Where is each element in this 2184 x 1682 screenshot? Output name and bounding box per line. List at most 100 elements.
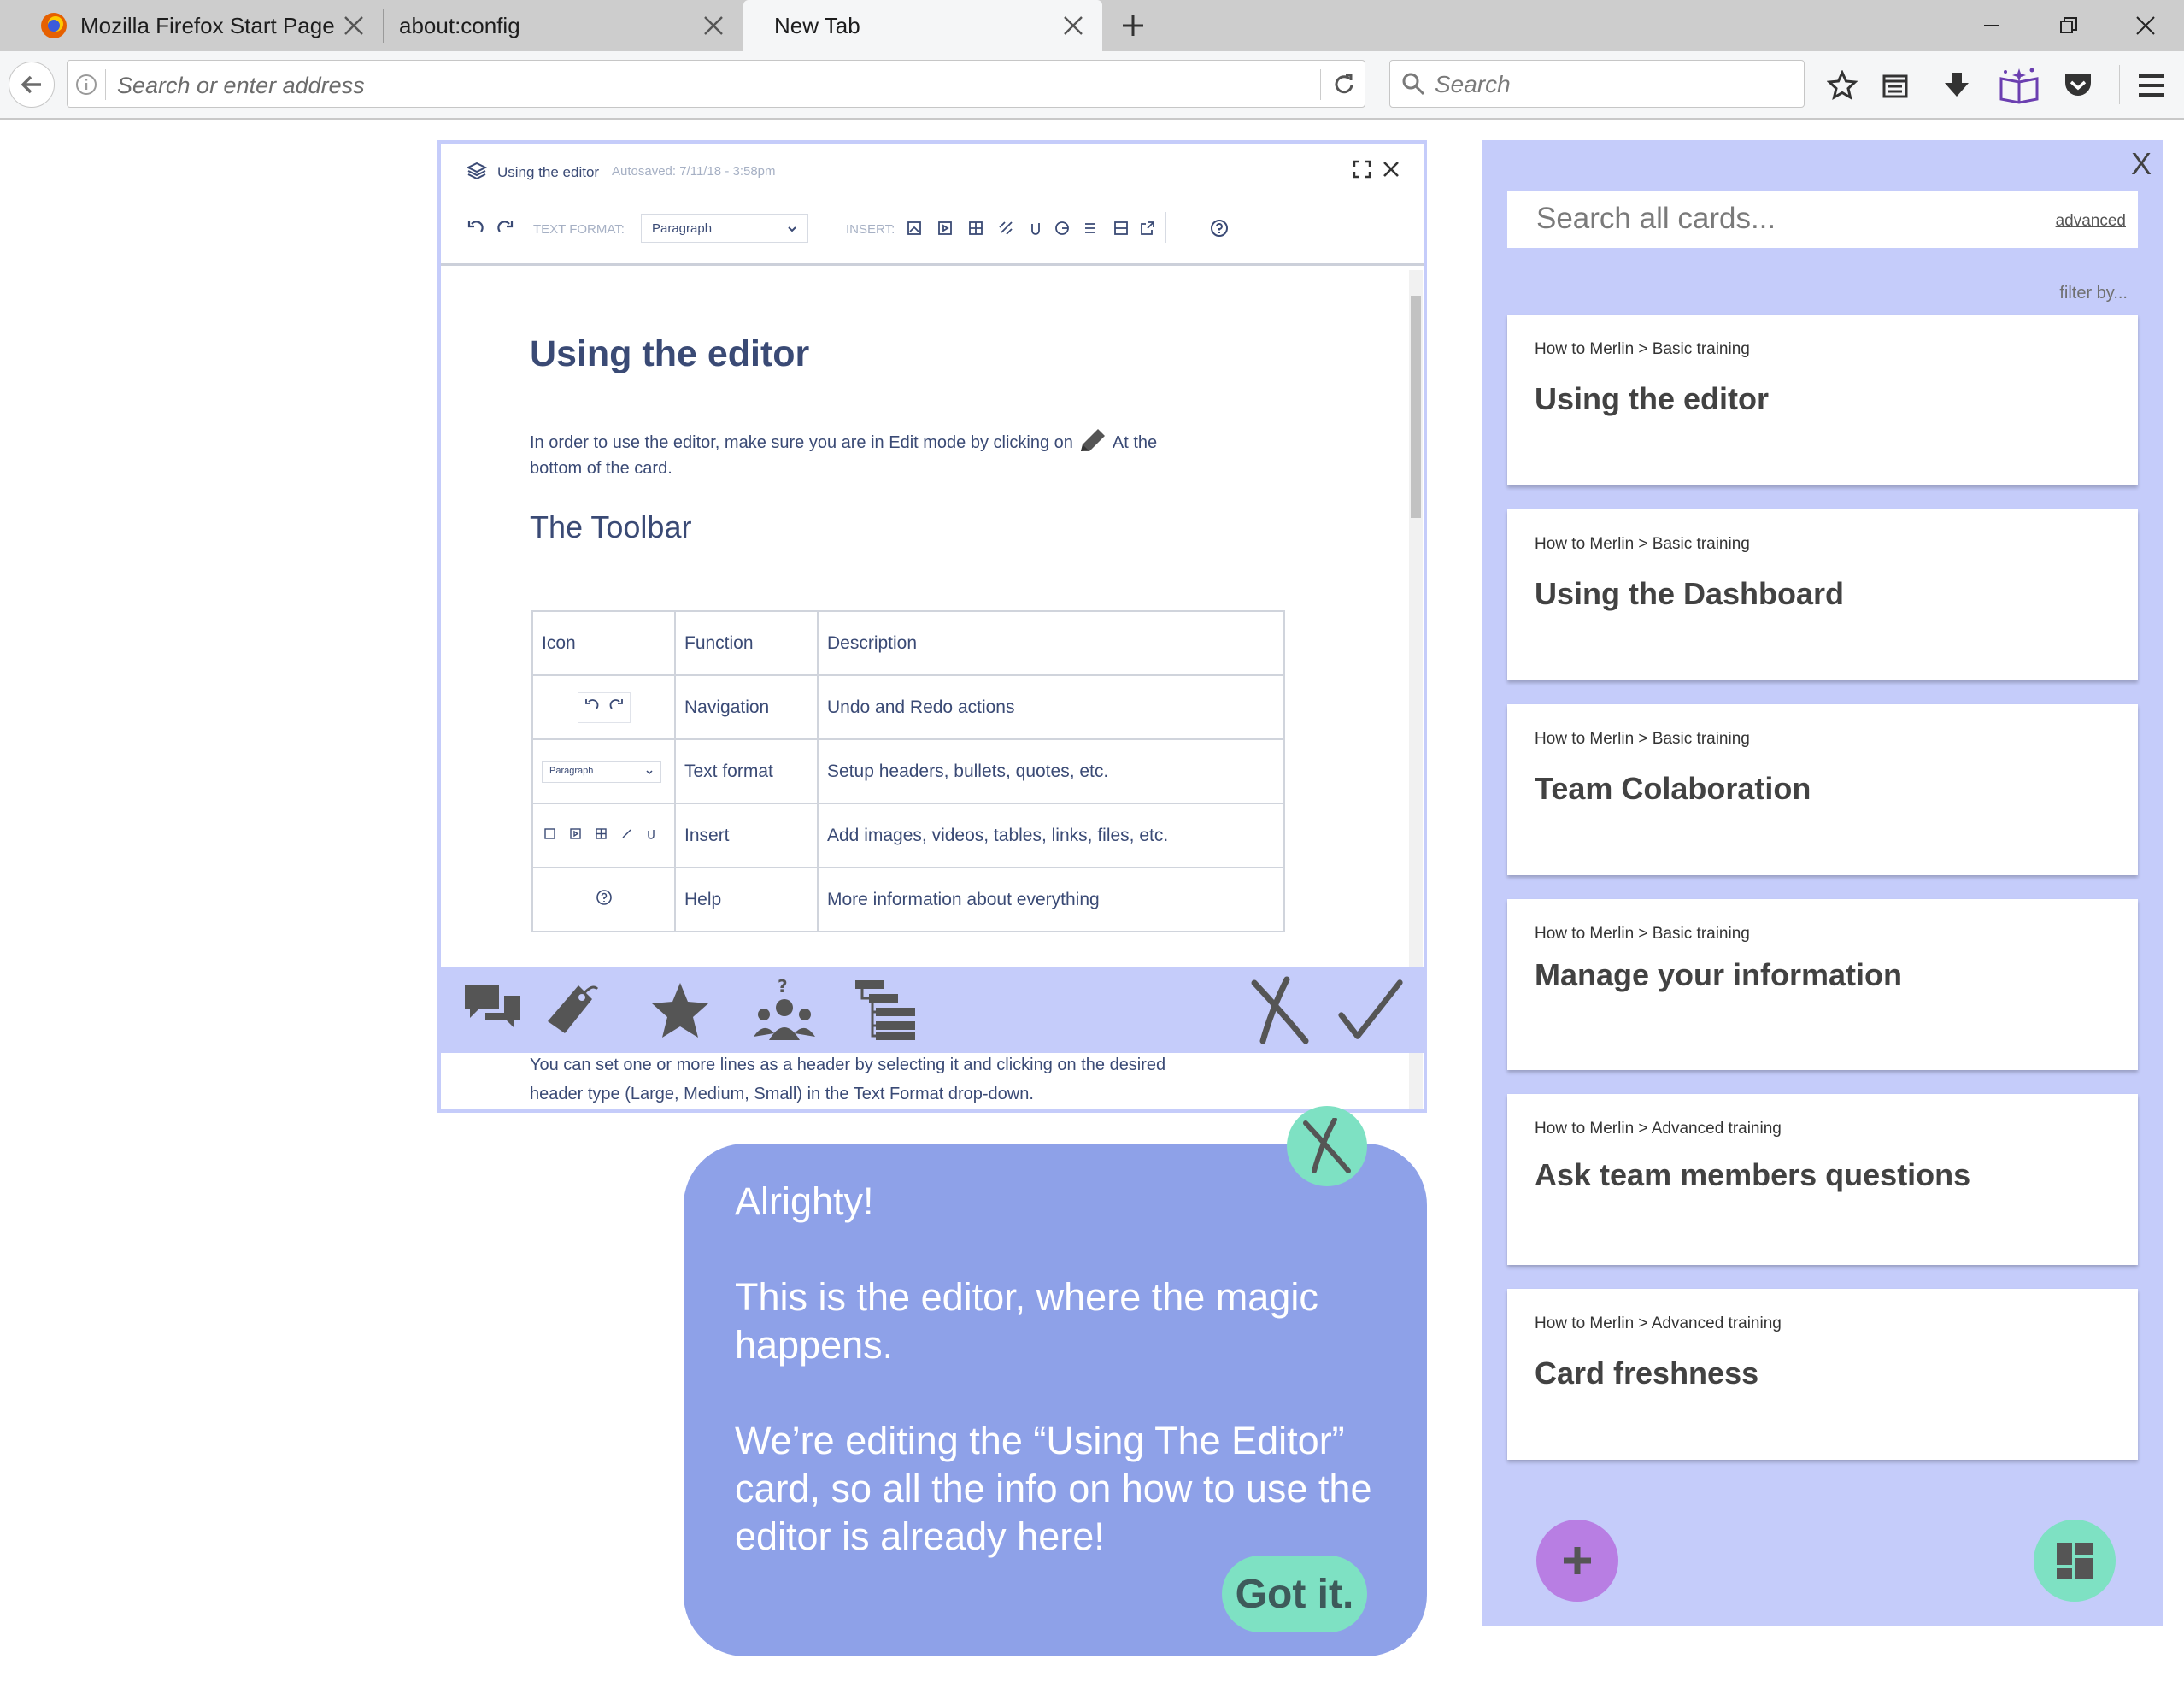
dashboard-button[interactable]: [2034, 1520, 2116, 1602]
url-separator: [105, 69, 106, 100]
restore-button[interactable]: [2032, 0, 2105, 51]
table-row: Insert Add images, videos, tables, links…: [531, 803, 1285, 868]
toolbar-separator: [2119, 65, 2120, 104]
new-tab-plus-icon[interactable]: [1119, 12, 1147, 39]
add-card-button[interactable]: [1536, 1520, 1618, 1602]
card-title: Ask team members questions: [1535, 1157, 1971, 1192]
tab-label: Mozilla Firefox Start Page: [80, 12, 335, 38]
card-breadcrumb: How to Merlin > Basic training: [1535, 730, 1750, 748]
tooltip-line: We’re editing the “Using The Editor” car…: [735, 1419, 1372, 1558]
pocket-button[interactable]: [2059, 67, 2097, 104]
url-bar[interactable]: Search or enter address: [67, 60, 1365, 108]
tab-about-config[interactable]: about:config: [384, 0, 743, 51]
cards-search-field[interactable]: Search all cards... advanced: [1507, 191, 2138, 248]
insert-icons-sample: [544, 827, 655, 839]
download-arrow-icon: [1945, 73, 1969, 97]
table-icon-cell: [531, 867, 676, 932]
doc-intro-line-1: In order to use the editor, make sure yo…: [530, 426, 1157, 457]
card-list-item[interactable]: How to Merlin > Advanced training Card f…: [1507, 1289, 2138, 1460]
reading-list-icon: [1882, 74, 1908, 98]
toolbar-divider: [1165, 212, 1166, 243]
text-format-select[interactable]: Paragraph: [641, 214, 808, 243]
url-input[interactable]: Search or enter address: [117, 73, 365, 99]
search-bar[interactable]: Search: [1389, 60, 1805, 108]
tags-button[interactable]: [538, 976, 607, 1044]
insert-label: INSERT:: [846, 222, 895, 237]
reload-icon[interactable]: [1330, 71, 1358, 98]
restore-icon: [2060, 17, 2077, 33]
ask-team-button[interactable]: ?: [750, 976, 819, 1044]
tab-new-tab[interactable]: New Tab: [743, 0, 1102, 51]
advanced-search-link[interactable]: advanced: [2056, 212, 2126, 231]
star-icon: [652, 983, 708, 1038]
doc-intro-text: In order to use the editor, make sure yo…: [530, 433, 1073, 452]
panel-close-button[interactable]: X: [2124, 146, 2158, 181]
minimize-button[interactable]: [1955, 0, 2028, 51]
close-icon[interactable]: [1381, 159, 1401, 179]
hierarchy-icon: [855, 980, 915, 1040]
help-icon[interactable]: [1210, 219, 1229, 238]
table-header-row: Icon Function Description: [531, 610, 1285, 676]
extension-button[interactable]: [1996, 62, 2042, 108]
table-cell: Setup headers, bullets, quotes, etc.: [817, 738, 1285, 804]
plus-icon: [1564, 1547, 1591, 1574]
insert-toolbar-icons[interactable]: [906, 219, 1196, 238]
chevron-down-icon: [788, 226, 796, 232]
table-cell: Navigation: [674, 674, 819, 740]
discard-button[interactable]: [1244, 976, 1312, 1044]
scrollbar-thumb[interactable]: [1411, 296, 1421, 518]
card-breadcrumb: How to Merlin > Basic training: [1535, 925, 1750, 943]
card-list-item[interactable]: How to Merlin > Basic training Manage yo…: [1507, 899, 2138, 1070]
search-icon: [1402, 73, 1425, 96]
undo-icon[interactable]: [467, 219, 485, 238]
table-row: Navigation Undo and Redo actions: [531, 674, 1285, 740]
close-icon[interactable]: [1060, 12, 1087, 39]
card-breadcrumb: How to Merlin > Advanced training: [1535, 1120, 1782, 1138]
chevron-down-icon: [646, 769, 653, 774]
library-button[interactable]: [1876, 67, 1914, 104]
magic-book-icon: [1999, 68, 2039, 104]
tooltip-close-button[interactable]: [1287, 1106, 1367, 1186]
close-icon[interactable]: [340, 12, 367, 39]
search-input[interactable]: Search: [1435, 71, 1511, 98]
nav-icons-sample: [577, 691, 631, 723]
window-close-button[interactable]: [2109, 0, 2182, 51]
back-button[interactable]: [9, 62, 55, 108]
back-arrow-icon: [21, 75, 41, 94]
filter-by-link[interactable]: filter by...: [2034, 284, 2128, 303]
close-icon[interactable]: [700, 12, 727, 39]
doc-title: Using the editor: [530, 333, 810, 374]
card-list-item[interactable]: How to Merlin > Basic training Team Cola…: [1507, 704, 2138, 875]
downloads-button[interactable]: [1938, 67, 1976, 104]
doc-intro-line-2: bottom of the card.: [530, 459, 672, 478]
table-header-cell: Icon: [531, 610, 676, 676]
text-format-label: TEXT FORMAT:: [533, 222, 625, 237]
table-row: Help More information about everything: [531, 867, 1285, 932]
dashboard-icon: [2057, 1543, 2093, 1579]
tab-label: about:config: [399, 12, 520, 38]
tab-firefox-start[interactable]: Mozilla Firefox Start Page: [24, 0, 383, 51]
card-list-item[interactable]: How to Merlin > Basic training Using the…: [1507, 315, 2138, 485]
structure-button[interactable]: [851, 976, 919, 1044]
card-title: Card freshness: [1535, 1356, 1759, 1391]
cards-search-input[interactable]: Search all cards...: [1536, 202, 1776, 236]
menu-button[interactable]: [2133, 67, 2170, 104]
info-icon[interactable]: [74, 73, 98, 97]
editor-action-bar: ?: [441, 967, 1424, 1053]
redo-icon[interactable]: [496, 219, 514, 238]
cross-mark-icon: [1303, 1118, 1351, 1173]
got-it-button[interactable]: Got it.: [1222, 1556, 1367, 1632]
card-breadcrumb: How to Merlin > Basic training: [1535, 340, 1750, 358]
tooltip-text: Alrighty! This is the editor, where the …: [735, 1178, 1393, 1561]
table-icon-cell: Paragraph: [531, 738, 676, 804]
comments-button[interactable]: [458, 976, 526, 1044]
fullscreen-icon[interactable]: [1352, 159, 1372, 179]
card-list-item[interactable]: How to Merlin > Advanced training Ask te…: [1507, 1094, 2138, 1265]
table-header-cell: Description: [817, 610, 1285, 676]
url-separator: [1320, 69, 1321, 100]
card-list-item[interactable]: How to Merlin > Basic training Using the…: [1507, 509, 2138, 680]
editor-header: Using the editor Autosaved: 7/11/18 - 3:…: [441, 144, 1424, 266]
bookmark-star-button[interactable]: [1823, 67, 1861, 104]
save-button[interactable]: [1336, 976, 1405, 1044]
favorite-button[interactable]: [646, 976, 714, 1044]
